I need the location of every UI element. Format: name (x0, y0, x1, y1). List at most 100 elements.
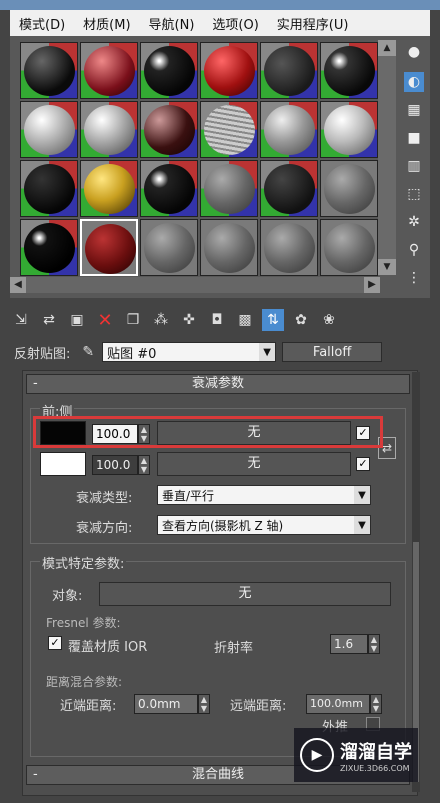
ior-value[interactable]: 1.6 (330, 634, 368, 654)
slots-horizontal-scrollbar[interactable]: ◀ ▶ (10, 277, 380, 293)
scroll-left-icon[interactable]: ◀ (10, 277, 26, 293)
material-slot[interactable] (260, 160, 318, 217)
map-type-button[interactable]: Falloff (282, 342, 383, 362)
material-slot[interactable] (140, 42, 198, 99)
side-amount-value[interactable]: 100.0 (92, 455, 138, 475)
menu-utilities[interactable]: 实用程序(U) (268, 14, 358, 33)
material-slot[interactable] (80, 42, 138, 99)
near-distance-value[interactable]: 0.0mm (134, 694, 198, 714)
sample-uv-tiling-icon[interactable]: ■ (404, 128, 424, 148)
scroll-down-icon[interactable]: ▼ (378, 259, 396, 275)
scroll-right-icon[interactable]: ▶ (364, 277, 380, 293)
go-sibling-icon[interactable]: ❀ (318, 309, 340, 331)
side-color-swatch[interactable] (40, 452, 86, 476)
material-slot[interactable] (200, 101, 258, 158)
show-map-icon[interactable]: ▩ (234, 309, 256, 331)
ior-spinner[interactable]: 1.6 ▲ ▼ (330, 634, 380, 654)
menu-options[interactable]: 选项(O) (203, 14, 267, 33)
material-id-icon[interactable]: ◘ (206, 309, 228, 331)
material-slot[interactable] (320, 160, 378, 217)
make-unique-icon[interactable]: ⁂ (150, 309, 172, 331)
override-ior-checkbox[interactable]: ✓ (48, 636, 62, 650)
material-slot[interactable] (80, 160, 138, 217)
side-map-button[interactable]: 无 (157, 452, 351, 476)
object-label: 对象: (52, 589, 83, 604)
material-slot[interactable] (80, 101, 138, 158)
menu-mode[interactable]: 模式(D) (10, 14, 74, 33)
options-icon[interactable]: ✲ (404, 212, 424, 232)
material-slot[interactable] (260, 101, 318, 158)
reflect-map-row: 反射贴图: ✎ 贴图 #0 ▼ Falloff (14, 341, 430, 363)
scroll-up-icon[interactable]: ▲ (378, 40, 396, 56)
background-icon[interactable]: ▦ (404, 100, 424, 120)
material-slot[interactable] (140, 101, 198, 158)
near-distance-spinner[interactable]: 0.0mm ▲ ▼ (134, 694, 210, 714)
title-bar (0, 0, 440, 10)
eyedropper-icon[interactable]: ✎ (82, 344, 94, 360)
far-distance-label: 远端距离: (230, 699, 287, 714)
material-toolbar: ⇲ ⇄ ▣ ✕ ❐ ⁂ ✜ ◘ ▩ ⇅ ✿ ❀ (10, 305, 430, 335)
mode-specific-label: 模式特定参数: (40, 553, 127, 572)
side-map-checkbox[interactable]: ✓ (356, 457, 370, 471)
fresnel-label: Fresnel 参数: (46, 616, 121, 630)
material-slot-active[interactable] (80, 219, 138, 276)
spinner-arrows-icon[interactable]: ▲ ▼ (198, 694, 210, 714)
material-slot[interactable] (320, 101, 378, 158)
material-slot[interactable] (20, 219, 78, 276)
material-slot[interactable] (200, 160, 258, 217)
rollout-title: 衰减参数 (191, 376, 244, 391)
spinner-arrows-icon[interactable]: ▲ ▼ (368, 634, 380, 654)
map-type-label: Falloff (312, 344, 352, 360)
material-slot[interactable] (140, 160, 198, 217)
menu-bar: 模式(D) 材质(M) 导航(N) 选项(O) 实用程序(U) (10, 10, 430, 36)
menu-material[interactable]: 材质(M) (74, 14, 139, 33)
put-to-scene-icon[interactable]: ⇄ (38, 309, 60, 331)
near-distance-label: 近端距离: (60, 699, 117, 714)
falloff-direction-dropdown[interactable]: 查看方向(摄影机 Z 轴) ▼ (157, 515, 371, 535)
map-name-dropdown[interactable]: 贴图 #0 ▼ (102, 342, 277, 362)
show-end-result-icon[interactable]: ⇅ (262, 309, 284, 331)
collapse-icon: - (33, 767, 38, 782)
select-by-material-icon[interactable]: ⚲ (404, 240, 424, 260)
falloff-type-dropdown[interactable]: 垂直/平行 ▼ (157, 485, 371, 505)
menu-navigation[interactable]: 导航(N) (140, 14, 204, 33)
watermark-url: ZIXUE.3D66.COM (340, 763, 410, 773)
ior-label: 折射率 (214, 641, 254, 656)
get-material-icon[interactable]: ⇲ (10, 309, 32, 331)
go-parent-icon[interactable]: ✿ (290, 309, 312, 331)
chevron-down-icon: ▼ (354, 516, 370, 534)
side-amount-spinner[interactable]: 100.0 ▲ ▼ (92, 455, 150, 475)
video-color-check-icon[interactable]: ▥ (404, 156, 424, 176)
far-distance-value[interactable]: 100.0mm (306, 694, 370, 714)
make-copy-icon[interactable]: ❐ (122, 309, 144, 331)
material-slot[interactable] (20, 101, 78, 158)
material-slot[interactable] (20, 42, 78, 99)
material-slot[interactable] (200, 42, 258, 99)
material-slot[interactable] (320, 219, 378, 276)
make-preview-icon[interactable]: ⬚ (404, 184, 424, 204)
material-slot[interactable] (260, 219, 318, 276)
falloff-params-rollout[interactable]: - 衰减参数 (26, 374, 410, 394)
reset-icon[interactable]: ✕ (94, 309, 116, 331)
put-to-library-icon[interactable]: ✜ (178, 309, 200, 331)
spinner-arrows-icon[interactable]: ▲ ▼ (138, 455, 150, 475)
material-navigator-icon[interactable]: ⋮ (404, 268, 424, 288)
object-pick-button[interactable]: 无 (99, 582, 391, 606)
falloff-direction-label: 衰减方向: (76, 521, 133, 536)
material-slot[interactable] (320, 42, 378, 99)
material-slot[interactable] (260, 42, 318, 99)
play-logo-icon: ▶ (300, 738, 334, 772)
sample-type-icon[interactable]: ● (404, 42, 424, 62)
far-distance-spinner[interactable]: 100.0mm ▲ ▼ (306, 694, 382, 714)
material-slot[interactable] (200, 219, 258, 276)
slots-vertical-scrollbar[interactable]: ▲ ▼ (378, 40, 396, 275)
override-ior-label: 覆盖材质 IOR (68, 640, 148, 655)
spinner-arrows-icon[interactable]: ▲ ▼ (370, 694, 382, 714)
assign-icon[interactable]: ▣ (66, 309, 88, 331)
material-slot[interactable] (20, 160, 78, 217)
collapse-icon: - (33, 376, 38, 391)
material-slot[interactable] (140, 219, 198, 276)
watermark-brand: 溜溜自学 (340, 741, 412, 763)
chevron-down-icon: ▼ (259, 343, 276, 361)
backlight-icon[interactable]: ◐ (404, 72, 424, 92)
